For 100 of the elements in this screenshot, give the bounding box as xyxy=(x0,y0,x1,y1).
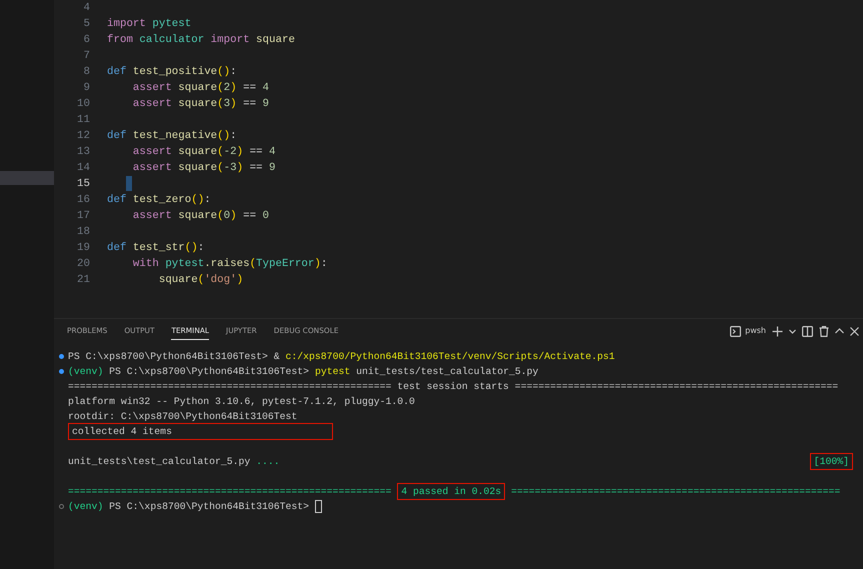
terminal-text: ======================================================== xyxy=(510,485,840,499)
code-token: ( xyxy=(217,209,224,224)
code-token: test_str xyxy=(132,241,185,256)
code-token: ( xyxy=(217,145,224,160)
code-token: -3 xyxy=(224,161,237,176)
code-token: def xyxy=(107,65,126,80)
line-number: 9 xyxy=(82,81,90,96)
code-token: 9 xyxy=(269,161,276,176)
plus-icon[interactable] xyxy=(772,326,783,336)
code-token: () xyxy=(217,129,230,144)
terminal-text: ======================================================= xyxy=(68,485,392,499)
terminal-text: PS C:\xps8700\Python64Bit3106Test> xyxy=(108,500,310,514)
line-number: 5 xyxy=(82,17,90,32)
terminal-text: unit_tests/test_calculator_5.py xyxy=(355,365,538,379)
line-number: 10 xyxy=(76,97,90,112)
code-token: : xyxy=(204,193,211,208)
split-icon[interactable] xyxy=(802,326,813,336)
code-token: assert xyxy=(132,145,172,160)
code-token: : xyxy=(320,257,328,272)
trash-icon[interactable] xyxy=(819,326,829,336)
code-token: : xyxy=(230,129,237,144)
code-token: 9 xyxy=(262,97,270,112)
code-token: 0 xyxy=(262,209,270,224)
terminal-text: (venv) xyxy=(68,500,104,514)
code-token: ) xyxy=(236,145,244,160)
code-token: == xyxy=(242,81,258,96)
code-token: assert xyxy=(132,97,172,112)
code-token: assert xyxy=(132,81,172,96)
code-token: () xyxy=(184,241,198,256)
terminal-text: .... xyxy=(256,455,280,469)
code-token: ( xyxy=(198,273,204,288)
code-token: == xyxy=(242,209,258,224)
terminal-text: PS C:\xps8700\Python64Bit3106Test> & xyxy=(68,350,281,364)
sidebar-row-highlight xyxy=(0,171,54,185)
line-number: 8 xyxy=(82,65,90,80)
code-token: () xyxy=(217,65,230,80)
code-token: 2 xyxy=(224,81,230,96)
code-token: ) xyxy=(230,97,237,112)
code-token: square xyxy=(177,161,218,176)
line-number: 16 xyxy=(76,193,90,208)
code-token: -2 xyxy=(224,145,237,160)
code-token: import xyxy=(210,33,250,48)
shell-name[interactable]: pwsh xyxy=(745,325,766,337)
terminal-text: rootdir: C:\xps8700\Python64Bit3106Test xyxy=(68,410,298,424)
code-token: : xyxy=(230,65,237,80)
line-number: 21 xyxy=(76,273,90,288)
code-token: TypeError xyxy=(256,257,314,272)
code-token: == xyxy=(248,161,264,176)
code-token: ( xyxy=(217,161,224,176)
terminal-text: platform win32 -- Python 3.10.6, pytest-7.1.2, pluggy-1.0.0 xyxy=(68,395,415,409)
code-token: ( xyxy=(250,257,256,272)
terminal-text: 4 passed in 0.02s xyxy=(398,484,504,499)
code-token: 0 xyxy=(224,209,230,224)
code-token: def xyxy=(107,241,126,256)
progress-text: [100%] xyxy=(810,454,852,469)
line-number: 15 xyxy=(76,177,90,192)
code-token: square xyxy=(255,33,295,48)
chevron-up-icon[interactable] xyxy=(835,328,844,334)
terminal-text: collected 4 items xyxy=(69,424,332,439)
code-token: ) xyxy=(230,81,237,96)
code-token: 3 xyxy=(224,97,230,112)
code-token: square xyxy=(177,97,218,112)
code-token: : xyxy=(198,241,204,256)
code-token: square xyxy=(177,209,218,224)
line-number: 11 xyxy=(76,113,90,128)
line-number: 4 xyxy=(82,1,90,16)
line-number: 18 xyxy=(76,225,90,240)
line-number: 19 xyxy=(76,241,90,256)
code-token: 'dog' xyxy=(204,273,237,288)
code-token: square xyxy=(158,273,198,288)
code-token: ) xyxy=(314,257,321,272)
code-token: from xyxy=(107,33,133,48)
code-token: test_zero xyxy=(132,193,192,208)
code-token: calculator xyxy=(138,33,204,48)
code-token: with xyxy=(132,257,159,272)
terminal-text: pytest xyxy=(314,365,350,379)
code-token: test_negative xyxy=(132,129,218,144)
terminal-icon[interactable] xyxy=(730,326,742,336)
terminal-text: ======================================================= test session starts ======================================================= xyxy=(68,380,838,394)
line-number: 7 xyxy=(82,49,90,64)
caret-icon[interactable] xyxy=(789,328,796,334)
code-token: square xyxy=(177,81,218,96)
code-token: 4 xyxy=(262,81,270,96)
code-token: def xyxy=(107,129,126,144)
code-token: .raises xyxy=(204,257,250,272)
code-token: assert xyxy=(132,209,172,224)
line-number: 14 xyxy=(76,161,90,176)
code-token: test_positive xyxy=(132,65,218,80)
terminal-text: (venv) xyxy=(68,365,104,379)
code-token: ( xyxy=(217,81,224,96)
code-token: ( xyxy=(217,97,224,112)
terminal-text: unit_tests\test_calculator_5.py xyxy=(68,455,252,469)
code-token: ) xyxy=(236,273,244,288)
line-number: 20 xyxy=(76,257,90,272)
close-icon[interactable] xyxy=(850,326,859,336)
code-token: ) xyxy=(236,161,244,176)
terminal-text: c:/xps8700/Python64Bit3106Test/venv/Scripts/Activate.ps1 xyxy=(286,350,615,364)
code-token: () xyxy=(191,193,204,208)
code-token: == xyxy=(242,97,258,112)
code-token: assert xyxy=(132,161,172,176)
